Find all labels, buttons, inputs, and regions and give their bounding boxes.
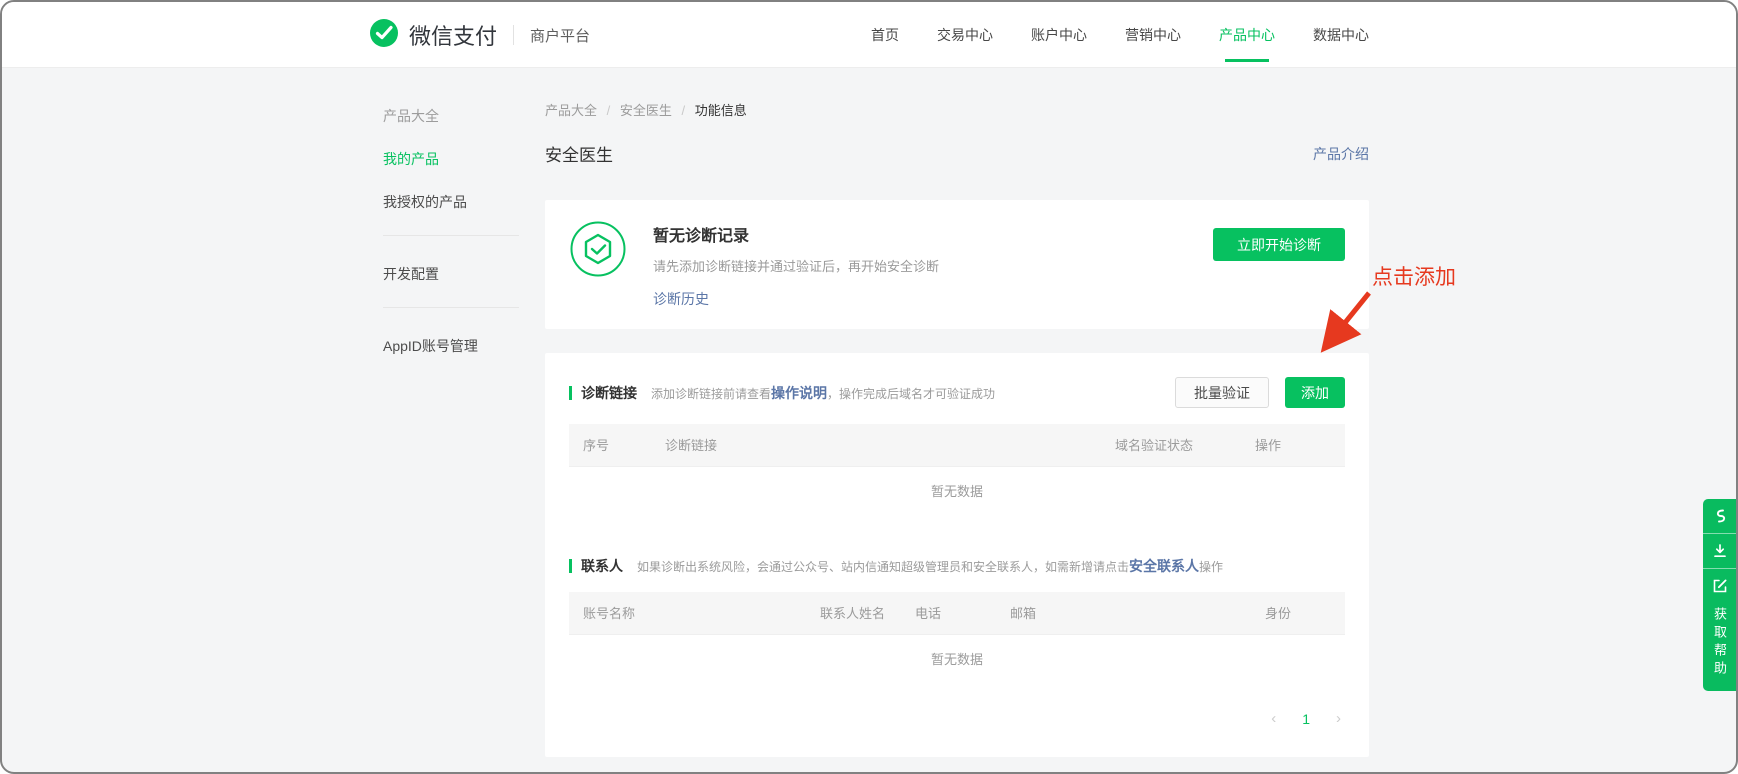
contacts-desc-prefix: 如果诊断出系统风险，会通过公众号、站内信通知超级管理员和安全联系人，如需新增请点… <box>637 560 1129 574</box>
contacts-table-empty-row: 暂无数据 <box>569 634 1345 682</box>
top-header: 微信支付 商户平台 首页 交易中心 账户中心 营销中心 产品中心 数据中心 <box>2 2 1736 68</box>
main-content: 产品大全 / 安全医生 / 功能信息 安全医生 产品介绍 <box>545 68 1369 774</box>
header-divider <box>513 25 514 45</box>
breadcrumb-separator: / <box>682 103 686 118</box>
sidebar-divider <box>383 307 519 308</box>
batch-verify-button[interactable]: 批量验证 <box>1175 377 1269 408</box>
edit-icon <box>1712 578 1728 599</box>
shield-check-icon <box>569 220 627 278</box>
diagnostic-links-table: 序号 诊断链接 域名验证状态 操作 暂无数据 <box>569 424 1345 514</box>
column-serial: 序号 <box>569 424 651 466</box>
brand-name: 微信支付 <box>409 19 497 51</box>
column-operation: 操作 <box>1241 424 1345 466</box>
nav-marketing-center[interactable]: 营销中心 <box>1125 2 1181 68</box>
column-diagnostic-link: 诊断链接 <box>651 424 1101 466</box>
download-icon[interactable] <box>1703 534 1736 569</box>
contacts-table: 账号名称 联系人姓名 电话 邮箱 身份 暂无数据 <box>569 592 1345 682</box>
nav-data-center[interactable]: 数据中心 <box>1313 2 1369 68</box>
floating-help-toolbar: 获取帮助 <box>1703 499 1736 691</box>
breadcrumb-all-products[interactable]: 产品大全 <box>545 103 597 118</box>
sidebar-item-authorized-products[interactable]: 我授权的产品 <box>383 192 533 212</box>
breadcrumb-feature-info: 功能信息 <box>695 103 747 118</box>
platform-name: 商户平台 <box>530 25 590 46</box>
contacts-section-header: 联系人 如果诊断出系统风险，会通过公众号、站内信通知超级管理员和安全联系人，如需… <box>569 556 1345 576</box>
breadcrumb-separator: / <box>607 103 611 118</box>
pagination: ‹ 1 › <box>569 710 1345 727</box>
security-contact-link[interactable]: 安全联系人 <box>1129 558 1199 574</box>
breadcrumb-security-doctor[interactable]: 安全医生 <box>620 103 672 118</box>
links-table-header-row: 序号 诊断链接 域名验证状态 操作 <box>569 424 1345 466</box>
sidebar-item-dev-config[interactable]: 开发配置 <box>383 264 533 284</box>
operation-guide-link[interactable]: 操作说明 <box>771 385 827 401</box>
top-nav: 首页 交易中心 账户中心 营销中心 产品中心 数据中心 <box>871 2 1369 68</box>
sidebar-item-appid-management[interactable]: AppID账号管理 <box>383 336 533 356</box>
section-accent-bar <box>569 559 572 573</box>
links-empty-text: 暂无数据 <box>569 466 1345 514</box>
product-intro-link[interactable]: 产品介绍 <box>1313 144 1369 164</box>
nav-account-center[interactable]: 账户中心 <box>1031 2 1087 68</box>
column-account-name: 账号名称 <box>569 592 806 634</box>
add-link-button[interactable]: 添加 <box>1285 377 1345 408</box>
link-icon[interactable] <box>1703 499 1736 534</box>
links-section-header: 诊断链接 添加诊断链接前请查看操作说明，操作完成后域名才可验证成功 批量验证 添… <box>569 377 1345 408</box>
contacts-table-header-row: 账号名称 联系人姓名 电话 邮箱 身份 <box>569 592 1345 634</box>
column-contact-name: 联系人姓名 <box>806 592 901 634</box>
sidebar: 产品大全 我的产品 我授权的产品 开发配置 AppID账号管理 <box>369 68 533 774</box>
contacts-section-description: 如果诊断出系统风险，会通过公众号、站内信通知超级管理员和安全联系人，如需新增请点… <box>637 556 1223 576</box>
wechat-pay-logo-icon <box>369 18 399 53</box>
get-help-label: 获取帮助 <box>1713 607 1726 679</box>
column-phone: 电话 <box>901 592 996 634</box>
pagination-prev-icon[interactable]: ‹ <box>1271 710 1276 727</box>
click-add-annotation: 点击添加 <box>1372 261 1456 291</box>
logo-group: 微信支付 商户平台 <box>369 18 590 53</box>
diagnosis-status-card: 暂无诊断记录 请先添加诊断链接并通过验证后，再开始安全诊断 诊断历史 立即开始诊… <box>545 200 1369 329</box>
nav-transaction-center[interactable]: 交易中心 <box>937 2 993 68</box>
nav-home[interactable]: 首页 <box>871 2 899 68</box>
sidebar-divider <box>383 235 519 236</box>
section-accent-bar <box>569 386 572 400</box>
sidebar-item-all-products[interactable]: 产品大全 <box>383 106 533 126</box>
breadcrumb: 产品大全 / 安全医生 / 功能信息 <box>545 100 1369 119</box>
contacts-empty-text: 暂无数据 <box>569 634 1345 682</box>
column-domain-verify-status: 域名验证状态 <box>1101 424 1241 466</box>
status-title: 暂无诊断记录 <box>653 222 939 246</box>
start-diagnosis-button[interactable]: 立即开始诊断 <box>1213 228 1345 261</box>
pagination-page-1[interactable]: 1 <box>1302 711 1310 727</box>
pagination-next-icon[interactable]: › <box>1336 710 1341 727</box>
links-section-description: 添加诊断链接前请查看操作说明，操作完成后域名才可验证成功 <box>651 383 995 403</box>
sidebar-item-my-products[interactable]: 我的产品 <box>383 149 533 169</box>
links-section-title: 诊断链接 <box>581 383 637 403</box>
get-help-button[interactable]: 获取帮助 <box>1703 569 1736 691</box>
contacts-section-title: 联系人 <box>581 556 623 576</box>
nav-product-center[interactable]: 产品中心 <box>1219 2 1275 68</box>
page-body: 产品大全 我的产品 我授权的产品 开发配置 AppID账号管理 产品大全 / 安… <box>2 68 1736 774</box>
browser-frame: 微信支付 商户平台 首页 交易中心 账户中心 营销中心 产品中心 数据中心 产品… <box>0 0 1738 774</box>
column-identity: 身份 <box>1251 592 1345 634</box>
diagnosis-history-link[interactable]: 诊断历史 <box>653 289 709 309</box>
links-table-empty-row: 暂无数据 <box>569 466 1345 514</box>
main-card: 诊断链接 添加诊断链接前请查看操作说明，操作完成后域名才可验证成功 批量验证 添… <box>545 353 1369 757</box>
status-description: 请先添加诊断链接并通过验证后，再开始安全诊断 <box>653 256 939 275</box>
links-desc-prefix: 添加诊断链接前请查看 <box>651 387 771 401</box>
links-desc-suffix: ，操作完成后域名才可验证成功 <box>827 387 995 401</box>
column-email: 邮箱 <box>996 592 1251 634</box>
page-title: 安全医生 <box>545 141 613 166</box>
contacts-desc-suffix: 操作 <box>1199 560 1223 574</box>
